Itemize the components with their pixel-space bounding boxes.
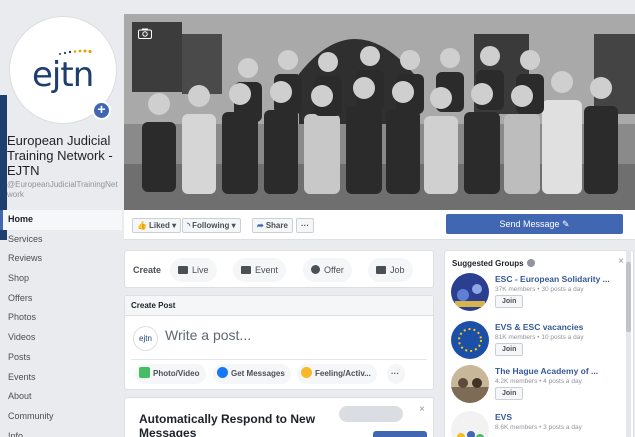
sidebar-item-reviews[interactable]: Reviews xyxy=(0,249,122,269)
sidebar-item-info[interactable]: Info xyxy=(0,427,122,437)
more-actions-button[interactable]: ··· xyxy=(296,218,314,233)
following-label: Following xyxy=(192,221,230,230)
more-post-options-button[interactable]: ··· xyxy=(387,364,405,384)
group-item[interactable]: ESC - European Solidarity ... 37K member… xyxy=(451,273,631,319)
group-name[interactable]: ESC - European Solidarity ... xyxy=(495,274,625,284)
group-image[interactable] xyxy=(451,365,489,403)
add-photo-icon[interactable]: + xyxy=(92,101,111,120)
scrollbar-thumb[interactable] xyxy=(626,262,631,332)
send-message-button[interactable]: Send Message ✎ xyxy=(446,214,623,234)
sidebar-nav: Home Services Reviews Shop Offers Photos… xyxy=(0,210,122,437)
camera-icon[interactable] xyxy=(138,28,152,39)
thumbs-up-icon: 👍 xyxy=(137,221,147,230)
join-button[interactable]: Join xyxy=(495,343,524,356)
video-icon xyxy=(178,266,188,274)
feeling-label: Feeling/Activ... xyxy=(315,369,371,378)
sidebar-item-services[interactable]: Services xyxy=(0,230,122,250)
group-item[interactable]: EVS 8.6K members • 3 posts a day xyxy=(451,411,631,437)
write-post-input[interactable]: Write a post... xyxy=(165,327,251,343)
close-icon[interactable]: × xyxy=(419,404,425,415)
sidebar-item-home[interactable]: Home xyxy=(0,210,122,230)
sidebar: ejtn + European Judicial Training Networ… xyxy=(0,0,122,437)
event-label: Event xyxy=(255,265,279,275)
share-icon: ➦ xyxy=(257,221,264,230)
cover-image xyxy=(124,14,635,210)
page-title[interactable]: European Judicial Training Network - EJT… xyxy=(7,133,120,178)
calendar-icon xyxy=(241,266,251,274)
sidebar-item-posts[interactable]: Posts xyxy=(0,348,122,368)
create-bar: Create Live Event Offer Job xyxy=(124,250,434,288)
suggested-groups-title: Suggested Groups xyxy=(452,259,535,268)
sidebar-item-photos[interactable]: Photos xyxy=(0,308,122,328)
auto-respond-toggle[interactable] xyxy=(339,406,403,422)
photo-video-button[interactable]: Photo/Video xyxy=(135,364,206,384)
liked-button[interactable]: 👍 Liked ▾ xyxy=(132,218,182,233)
auto-respond-card: Automatically Respond to New Messages × xyxy=(124,397,434,437)
get-messages-label: Get Messages xyxy=(231,369,285,378)
share-button[interactable]: ➦ Share xyxy=(252,218,293,233)
logo-text: ejtn xyxy=(32,55,94,95)
post-avatar: ejtn xyxy=(133,326,158,351)
sidebar-item-shop[interactable]: Shop xyxy=(0,269,122,289)
auto-respond-button[interactable] xyxy=(373,431,427,437)
cover-photo[interactable] xyxy=(124,14,635,210)
join-button[interactable]: Join xyxy=(495,387,524,400)
following-button[interactable]: ◝ Following ▾ xyxy=(182,218,241,233)
info-icon[interactable] xyxy=(526,259,535,267)
live-button[interactable]: Live xyxy=(170,258,217,282)
messenger-icon xyxy=(217,367,228,378)
group-name[interactable]: The Hague Academy of ... xyxy=(495,366,625,376)
create-label: Create xyxy=(133,265,162,275)
photo-icon xyxy=(139,367,150,378)
liked-label: Liked xyxy=(148,221,170,230)
sidebar-item-videos[interactable]: Videos xyxy=(0,328,122,348)
offer-icon xyxy=(311,265,320,274)
sidebar-item-community[interactable]: Community xyxy=(0,407,122,427)
event-button[interactable]: Event xyxy=(233,258,287,282)
group-item[interactable]: EVS & ESC vacancies 81K members • 10 pos… xyxy=(451,321,631,367)
group-meta: 81K members • 10 posts a day xyxy=(495,334,584,341)
group-image[interactable] xyxy=(451,321,489,359)
briefcase-icon xyxy=(376,266,386,274)
smiley-icon xyxy=(301,367,312,378)
group-meta: 4.2K members • 4 posts a day xyxy=(495,378,582,385)
create-post-box: Create Post ejtn Write a post... Photo/V… xyxy=(124,295,434,390)
auto-respond-title: Automatically Respond to New Messages xyxy=(139,412,316,437)
suggested-groups-panel: Suggested Groups × ESC - European Solida… xyxy=(444,250,634,437)
rss-icon: ◝ xyxy=(187,221,191,230)
close-icon[interactable]: × xyxy=(618,256,624,267)
job-label: Job xyxy=(390,265,405,275)
group-item[interactable]: The Hague Academy of ... 4.2K members • … xyxy=(451,365,631,411)
group-image[interactable] xyxy=(451,273,489,311)
share-label: Share xyxy=(265,221,288,230)
divider xyxy=(131,359,427,360)
group-meta: 37K members • 30 posts a day xyxy=(495,286,584,293)
job-button[interactable]: Job xyxy=(368,258,413,282)
create-post-header: Create Post xyxy=(125,296,433,316)
pencil-icon: ✎ xyxy=(562,219,570,229)
sidebar-item-offers[interactable]: Offers xyxy=(0,289,122,309)
get-messages-button[interactable]: Get Messages xyxy=(213,364,291,384)
group-meta: 8.6K members • 3 posts a day xyxy=(495,424,582,431)
sidebar-item-about[interactable]: About xyxy=(0,387,122,407)
group-image[interactable] xyxy=(451,411,489,437)
feeling-activity-button[interactable]: Feeling/Activ... xyxy=(297,364,377,384)
offer-button[interactable]: Offer xyxy=(303,258,352,282)
join-button[interactable]: Join xyxy=(495,295,524,308)
group-name[interactable]: EVS & ESC vacancies xyxy=(495,322,625,332)
offer-label: Offer xyxy=(324,265,344,275)
live-label: Live xyxy=(192,265,209,275)
page-handle[interactable]: @EuropeanJudicialTrainingNetwork xyxy=(7,180,120,200)
sidebar-item-events[interactable]: Events xyxy=(0,368,122,388)
group-name[interactable]: EVS xyxy=(495,412,625,422)
photo-video-label: Photo/Video xyxy=(153,369,200,378)
suggested-groups-label: Suggested Groups xyxy=(452,259,524,268)
send-message-label: Send Message xyxy=(499,219,560,229)
